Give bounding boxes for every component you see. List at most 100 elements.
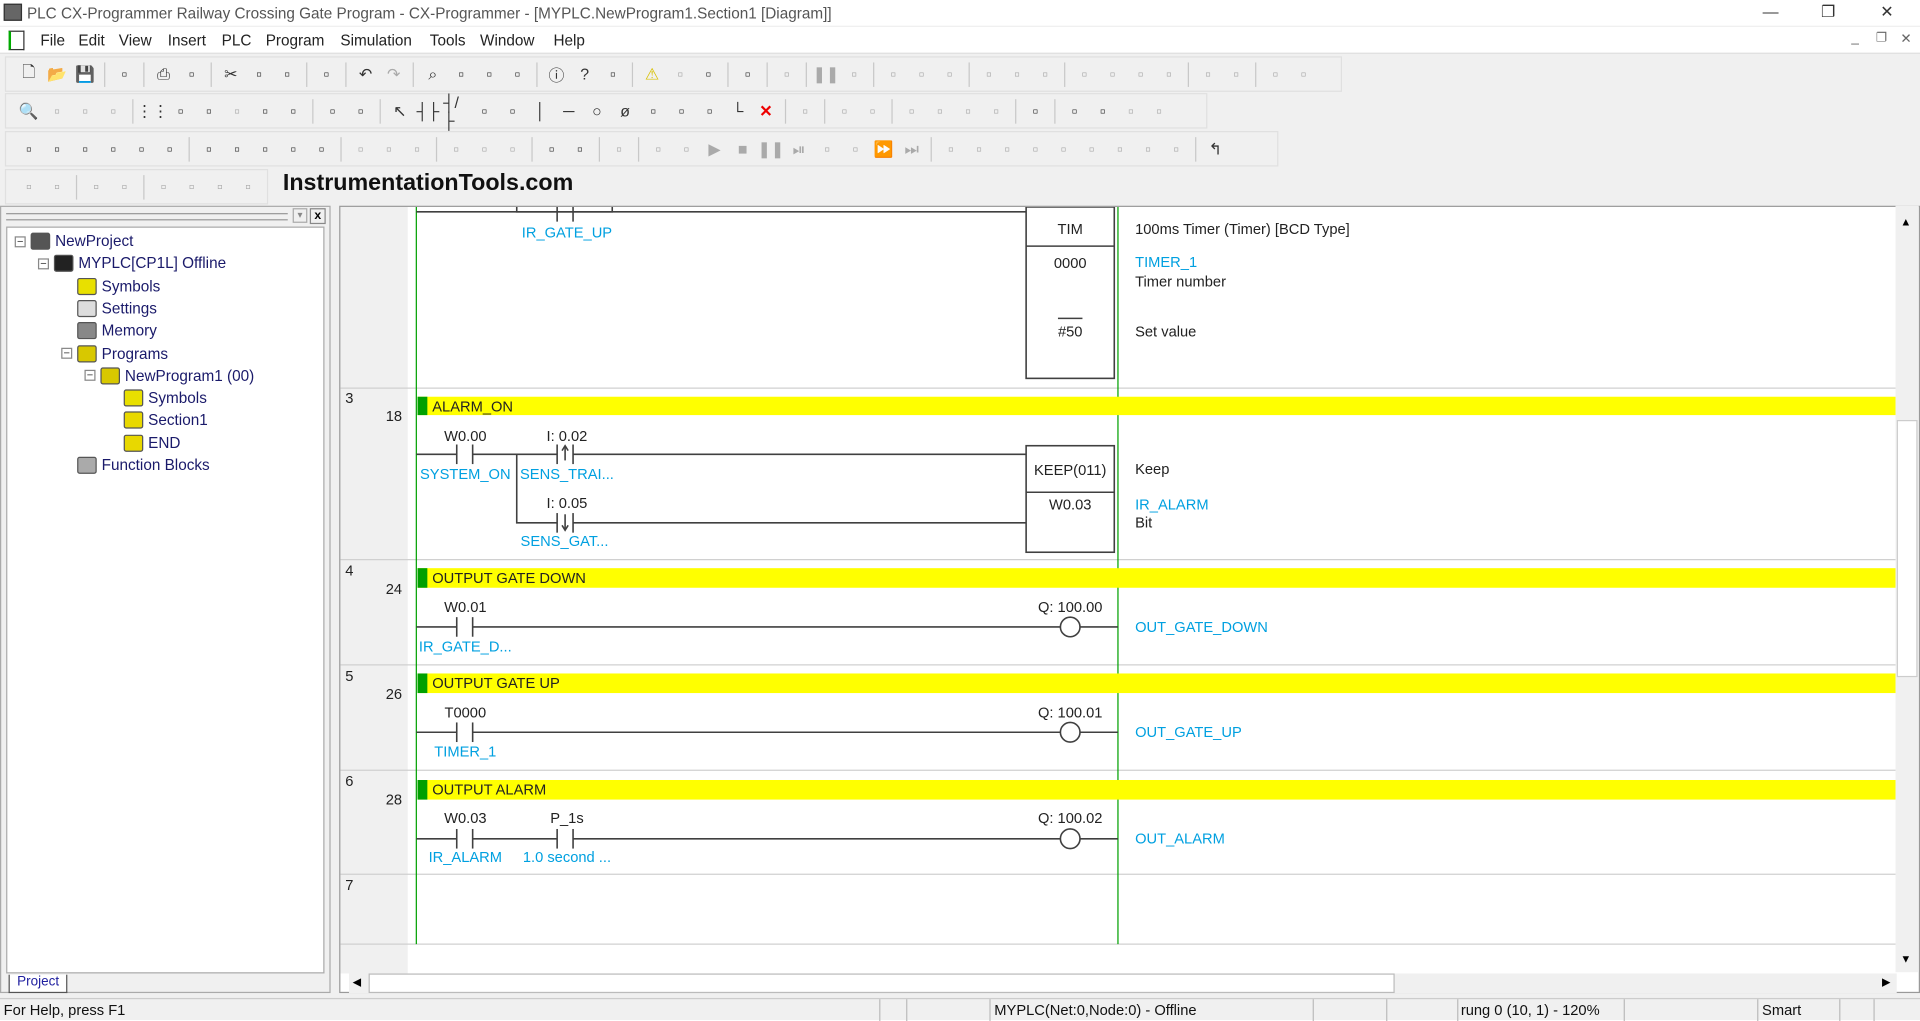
contact-address[interactable]: W0.03 [444, 811, 486, 827]
contact-address[interactable]: W0.00 [444, 429, 486, 445]
tree-icon[interactable]: ▫ [280, 98, 306, 124]
scroll-up-arrow-icon[interactable]: ▲ [1900, 216, 1911, 228]
tab-project[interactable]: Project [8, 974, 68, 994]
menu-tools[interactable]: Tools [430, 32, 466, 49]
tool2-icon[interactable]: ▫ [179, 174, 205, 200]
address-window-icon[interactable]: ▫ [100, 136, 126, 162]
tree-item[interactable]: Settings [61, 297, 157, 319]
horizontal-scrollbar[interactable]: ◀ ▶ [348, 973, 1897, 994]
context-help-icon[interactable]: ▫ [600, 61, 626, 87]
copy-icon[interactable]: ▫ [246, 61, 272, 87]
instruction-operand[interactable]: 0000 [1054, 256, 1087, 272]
properties-icon[interactable]: ▫ [129, 136, 155, 162]
list2-icon[interactable]: ▫ [111, 174, 137, 200]
coil-address[interactable]: Q: 100.01 [1038, 706, 1103, 722]
vertical-icon[interactable]: │ [528, 98, 554, 124]
monitor-icon[interactable]: ▫ [1071, 61, 1097, 87]
decimal-icon[interactable]: ▫ [348, 136, 374, 162]
edit-icon[interactable]: ▫ [899, 98, 925, 124]
contact-or-nc-icon[interactable]: ▫ [500, 98, 526, 124]
find-icon[interactable]: ⌕ [420, 61, 446, 87]
rung-comment[interactable]: ALARM_ON [432, 399, 513, 415]
monitor4-icon[interactable]: ▫ [1156, 61, 1182, 87]
differential-icon[interactable]: ▫ [1223, 61, 1249, 87]
signed-decimal-icon[interactable]: ▫ [376, 136, 402, 162]
tree-item[interactable]: Section1 [108, 409, 208, 431]
rung-comment[interactable]: OUTPUT GATE DOWN [432, 571, 586, 587]
print-icon[interactable]: ⎙ [151, 61, 177, 87]
sma-icon[interactable]: ▫ [320, 98, 346, 124]
address-ref-icon[interactable]: ▫ [504, 61, 530, 87]
tool4-icon[interactable]: ▫ [235, 174, 261, 200]
contact-symbol[interactable]: 1.0 second ... [523, 850, 611, 866]
close-button[interactable]: ✕ [1869, 2, 1906, 24]
tree-item[interactable]: − Programs [61, 342, 168, 364]
scan-icon[interactable]: ⏭ [899, 136, 925, 162]
tree-item[interactable]: − NewProgram1 (00) [84, 365, 254, 387]
check-icon[interactable]: ▫ [1146, 98, 1172, 124]
download-icon[interactable]: ▫ [471, 136, 497, 162]
force-icon[interactable]: ▫ [1195, 61, 1221, 87]
contact-or-icon[interactable]: ▫ [471, 98, 497, 124]
stop2-icon[interactable]: ■ [730, 136, 756, 162]
transfer-from-icon[interactable]: ▫ [937, 61, 963, 87]
cross-ref-icon[interactable]: ▫ [476, 61, 502, 87]
step-out-icon[interactable]: ▫ [842, 136, 868, 162]
block9-icon[interactable]: ▫ [1163, 136, 1189, 162]
local-symbols-icon[interactable]: ▫ [224, 136, 250, 162]
scroll-thumb[interactable] [1896, 420, 1918, 678]
zoom-in-icon[interactable]: ▫ [44, 98, 70, 124]
contact-symbol[interactable]: IR_GATE_UP [522, 226, 613, 242]
tree-item[interactable]: Symbols [61, 275, 160, 297]
symbols-view-icon[interactable]: ▫ [196, 136, 222, 162]
play-icon[interactable]: ▶ [702, 136, 728, 162]
online-warning-icon[interactable]: ▫ [667, 61, 693, 87]
tree-item[interactable]: − MYPLC[CP1L] Offline [37, 253, 226, 275]
memory-icon[interactable]: ▫ [309, 136, 335, 162]
scroll-down-arrow-icon[interactable]: ▼ [1900, 953, 1911, 965]
instruction-operand[interactable]: W0.03 [1049, 497, 1091, 513]
tool3-icon[interactable]: ▫ [207, 174, 233, 200]
expand-toggle[interactable]: − [14, 235, 26, 247]
mnemonics-icon[interactable]: ▫ [280, 136, 306, 162]
fb-icon[interactable]: ▫ [697, 98, 723, 124]
instruction-operand[interactable]: #50 [1058, 325, 1083, 341]
transfer-all-icon[interactable]: ▫ [860, 98, 886, 124]
close-window-icon[interactable]: ▫ [1118, 98, 1144, 124]
print-preview-icon[interactable]: ▫ [111, 61, 137, 87]
reset-icon[interactable]: ▫ [983, 98, 1009, 124]
zoom-out-icon[interactable]: ▫ [72, 98, 98, 124]
menu-plc[interactable]: PLC [222, 32, 252, 49]
find-warning-icon[interactable]: ▫ [696, 61, 722, 87]
monitor-mode-icon[interactable]: ▫ [673, 136, 699, 162]
mdi-close-button[interactable]: ✕ [1900, 31, 1911, 47]
confirm-icon[interactable]: ▫ [955, 98, 981, 124]
contact-address[interactable]: P_1s [550, 811, 583, 827]
warning-icon[interactable]: ⚠ [639, 61, 665, 87]
instruction-name[interactable]: KEEP(011) [1034, 463, 1106, 479]
simulator-icon[interactable]: ▫ [539, 136, 565, 162]
minimize-button[interactable]: — [1752, 2, 1789, 24]
info-icon[interactable]: ⓘ [544, 61, 570, 87]
setup-icon[interactable]: ▫ [1291, 61, 1317, 87]
step-icon[interactable]: ⏯ [786, 136, 812, 162]
contact-symbol[interactable]: SYSTEM_ON [420, 467, 511, 483]
tree-item[interactable]: Function Blocks [61, 454, 210, 476]
rung-comment[interactable]: OUTPUT ALARM [432, 783, 546, 799]
cancel-edit-icon[interactable]: ▫ [1032, 61, 1058, 87]
expand-toggle[interactable]: − [61, 347, 73, 359]
monitor3-icon[interactable]: ▫ [1128, 61, 1154, 87]
undo-icon[interactable]: ↶ [353, 61, 379, 87]
zoom-fit-icon[interactable]: ▫ [100, 98, 126, 124]
restore-button[interactable]: ❐ [1810, 2, 1847, 24]
time-chart-icon[interactable]: ▫ [1090, 98, 1116, 124]
grid-icon[interactable]: ⋮⋮ [137, 98, 169, 124]
watch-window-icon[interactable]: ▫ [72, 136, 98, 162]
tree-item[interactable]: Memory [61, 320, 157, 342]
horizontal-icon[interactable]: ─ [556, 98, 582, 124]
break-icon[interactable]: ▫ [606, 136, 632, 162]
block6-icon[interactable]: ▫ [1079, 136, 1105, 162]
coil-address[interactable]: Q: 100.02 [1038, 811, 1103, 827]
rung-comment-icon[interactable]: ▫ [196, 98, 222, 124]
zoom-icon[interactable]: 🔍 [16, 98, 42, 124]
